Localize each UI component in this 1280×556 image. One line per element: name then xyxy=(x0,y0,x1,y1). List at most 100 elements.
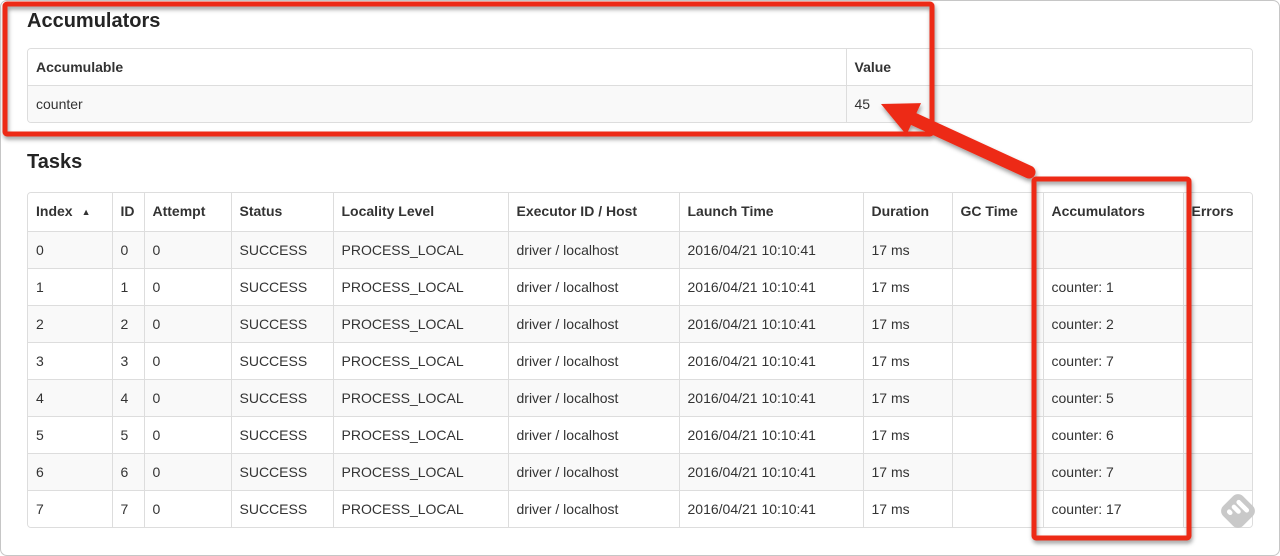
task-cell-executor-id-host: driver / localhost xyxy=(507,268,679,306)
task-cell-gc-time xyxy=(951,231,1043,269)
column-header-value[interactable]: Value xyxy=(845,49,1252,86)
task-cell-errors xyxy=(1182,379,1252,417)
task-cell-gc-time xyxy=(951,416,1043,454)
task-cell-attempt: 0 xyxy=(143,305,231,343)
task-cell-launch-time: 2016/04/21 10:10:41 xyxy=(678,379,863,417)
task-cell-locality-level: PROCESS_LOCAL xyxy=(332,268,508,306)
task-cell-locality-level: PROCESS_LOCAL xyxy=(332,379,508,417)
task-cell-launch-time: 2016/04/21 10:10:41 xyxy=(678,342,863,380)
column-header-executor-id-host[interactable]: Executor ID / Host xyxy=(507,193,679,232)
task-cell-launch-time: 2016/04/21 10:10:41 xyxy=(678,268,863,306)
task-cell-gc-time xyxy=(951,268,1043,306)
tasks-header-row: Index ▲ ID Attempt Status Locality Level Execu… xyxy=(28,193,1252,232)
column-header-accumulable[interactable]: Accumulable xyxy=(28,49,846,86)
column-header-launch-time[interactable]: Launch Time xyxy=(678,193,863,232)
column-header-id[interactable]: ID xyxy=(111,193,144,232)
task-cell-duration: 17 ms xyxy=(862,342,952,380)
task-cell-errors xyxy=(1182,342,1252,380)
task-cell-status: SUCCESS xyxy=(230,231,333,269)
task-cell-gc-time xyxy=(951,305,1043,343)
task-row: 0 0 0 SUCCESS PROCESS_LOCAL driver / localhos… xyxy=(28,231,1252,269)
task-cell-id: 3 xyxy=(111,342,144,380)
column-header-gc-time[interactable]: GC Time xyxy=(951,193,1043,232)
task-cell-index: 0 xyxy=(28,231,112,269)
task-cell-duration: 17 ms xyxy=(862,453,952,491)
task-cell-attempt: 0 xyxy=(143,379,231,417)
accumulable-row: counter 45 xyxy=(28,85,1252,122)
task-cell-index: 1 xyxy=(28,268,112,306)
task-cell-id: 4 xyxy=(111,379,144,417)
task-cell-errors xyxy=(1182,305,1252,343)
column-header-locality-level[interactable]: Locality Level xyxy=(332,193,508,232)
task-cell-duration: 17 ms xyxy=(862,268,952,306)
task-cell-accumulators xyxy=(1042,231,1183,269)
task-cell-accumulators: counter: 1 xyxy=(1042,268,1183,306)
task-cell-locality-level: PROCESS_LOCAL xyxy=(332,490,508,527)
task-cell-status: SUCCESS xyxy=(230,342,333,380)
task-cell-launch-time: 2016/04/21 10:10:41 xyxy=(678,453,863,491)
accumulators-header-row: Accumulable Value xyxy=(28,49,1252,86)
cell-accumulable-value: 45 xyxy=(845,85,1252,122)
task-row: 2 2 0 SUCCESS PROCESS_LOCAL driver / localhos… xyxy=(28,305,1252,343)
task-cell-locality-level: PROCESS_LOCAL xyxy=(332,305,508,343)
task-cell-errors xyxy=(1182,268,1252,306)
tasks-table: Index ▲ ID Attempt Status Locality Level Execu… xyxy=(27,192,1253,528)
cell-accumulable-name: counter xyxy=(28,85,846,122)
task-cell-index: 5 xyxy=(28,416,112,454)
task-cell-errors xyxy=(1182,416,1252,454)
task-cell-gc-time xyxy=(951,379,1043,417)
task-cell-attempt: 0 xyxy=(143,453,231,491)
task-row: 3 3 0 SUCCESS PROCESS_LOCAL driver / localhos… xyxy=(28,342,1252,380)
task-cell-executor-id-host: driver / localhost xyxy=(507,342,679,380)
task-row: 6 6 0 SUCCESS PROCESS_LOCAL driver / localhos… xyxy=(28,453,1252,491)
task-cell-attempt: 0 xyxy=(143,231,231,269)
task-cell-id: 1 xyxy=(111,268,144,306)
task-cell-index: 7 xyxy=(28,490,112,527)
task-cell-duration: 17 ms xyxy=(862,231,952,269)
task-cell-status: SUCCESS xyxy=(230,268,333,306)
column-header-duration[interactable]: Duration xyxy=(862,193,952,232)
task-cell-status: SUCCESS xyxy=(230,490,333,527)
task-cell-attempt: 0 xyxy=(143,490,231,527)
task-cell-index: 4 xyxy=(28,379,112,417)
task-cell-status: SUCCESS xyxy=(230,416,333,454)
task-cell-launch-time: 2016/04/21 10:10:41 xyxy=(678,490,863,527)
task-cell-errors xyxy=(1182,231,1252,269)
column-header-index[interactable]: Index ▲ xyxy=(28,193,112,232)
task-row: 7 7 0 SUCCESS PROCESS_LOCAL driver / localhos… xyxy=(28,490,1252,527)
column-header-errors[interactable]: Errors xyxy=(1182,193,1252,232)
task-cell-id: 5 xyxy=(111,416,144,454)
task-cell-errors xyxy=(1182,453,1252,491)
task-cell-accumulators: counter: 17 xyxy=(1042,490,1183,527)
task-cell-executor-id-host: driver / localhost xyxy=(507,453,679,491)
task-cell-duration: 17 ms xyxy=(862,416,952,454)
task-cell-duration: 17 ms xyxy=(862,490,952,527)
task-cell-id: 6 xyxy=(111,453,144,491)
task-cell-launch-time: 2016/04/21 10:10:41 xyxy=(678,416,863,454)
task-cell-gc-time xyxy=(951,490,1043,527)
column-header-attempt[interactable]: Attempt xyxy=(143,193,231,232)
task-cell-accumulators: counter: 6 xyxy=(1042,416,1183,454)
task-cell-gc-time xyxy=(951,453,1043,491)
task-cell-attempt: 0 xyxy=(143,268,231,306)
task-cell-accumulators: counter: 5 xyxy=(1042,379,1183,417)
task-cell-executor-id-host: driver / localhost xyxy=(507,231,679,269)
task-cell-executor-id-host: driver / localhost xyxy=(507,379,679,417)
accumulators-heading: Accumulators xyxy=(27,10,161,32)
task-cell-launch-time: 2016/04/21 10:10:41 xyxy=(678,305,863,343)
accumulators-table: Accumulable Value counter 45 xyxy=(27,48,1253,123)
task-cell-id: 7 xyxy=(111,490,144,527)
task-cell-index: 3 xyxy=(28,342,112,380)
task-cell-duration: 17 ms xyxy=(862,305,952,343)
task-cell-status: SUCCESS xyxy=(230,305,333,343)
sort-ascending-icon: ▲ xyxy=(81,207,91,217)
task-cell-status: SUCCESS xyxy=(230,379,333,417)
task-cell-locality-level: PROCESS_LOCAL xyxy=(332,342,508,380)
task-cell-attempt: 0 xyxy=(143,416,231,454)
column-header-status[interactable]: Status xyxy=(230,193,333,232)
task-cell-locality-level: PROCESS_LOCAL xyxy=(332,453,508,491)
task-row: 5 5 0 SUCCESS PROCESS_LOCAL driver / localhos… xyxy=(28,416,1252,454)
column-header-accumulators[interactable]: Accumulators xyxy=(1042,193,1183,232)
task-cell-index: 6 xyxy=(28,453,112,491)
task-cell-locality-level: PROCESS_LOCAL xyxy=(332,416,508,454)
